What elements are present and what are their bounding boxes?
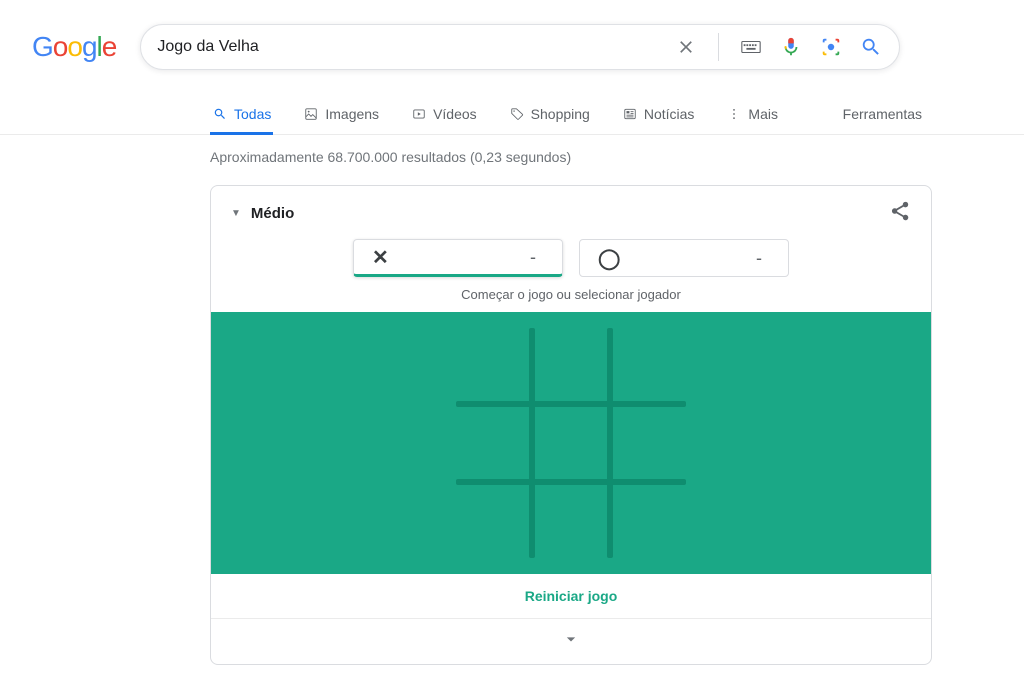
chevron-down-icon <box>561 629 581 649</box>
x-symbol: ✕ <box>372 245 389 270</box>
results-stats: Aproximadamente 68.700.000 resultados (0… <box>0 135 1024 165</box>
share-icon[interactable] <box>889 200 911 227</box>
difficulty-label: Médio <box>251 205 294 222</box>
game-board-area <box>211 312 931 574</box>
grid-line <box>456 479 686 485</box>
cell-2-2[interactable] <box>616 488 686 558</box>
tictactoe-card: ▼ Médio ✕ - ◯ - Começar o jogo ou seleci… <box>210 185 932 665</box>
cell-1-2[interactable] <box>616 408 686 478</box>
tab-noticias[interactable]: Notícias <box>620 96 697 134</box>
news-icon <box>622 106 638 122</box>
header: Google <box>0 0 1024 70</box>
grid-line <box>607 328 613 558</box>
player-o-button[interactable]: ◯ - <box>579 239 789 277</box>
grid-line <box>456 401 686 407</box>
tab-videos[interactable]: Vídeos <box>409 96 479 134</box>
tab-imagens[interactable]: Imagens <box>301 96 381 134</box>
search-action-icons <box>674 33 883 61</box>
keyboard-icon[interactable] <box>739 35 763 59</box>
game-header: ▼ Médio <box>211 186 931 235</box>
score-o: - <box>620 248 770 269</box>
lens-icon[interactable] <box>819 35 843 59</box>
search-bar <box>140 24 900 70</box>
grid-line <box>529 328 535 558</box>
search-small-icon <box>212 106 228 122</box>
image-icon <box>303 106 319 122</box>
ferramentas-link[interactable]: Ferramentas <box>841 96 924 134</box>
more-icon <box>726 106 742 122</box>
search-input[interactable] <box>157 38 674 56</box>
chevron-down-icon: ▼ <box>231 208 241 219</box>
tab-label: Mais <box>748 106 778 122</box>
expand-button[interactable] <box>211 618 931 664</box>
difficulty-dropdown[interactable]: ▼ Médio <box>231 205 294 222</box>
cell-2-0[interactable] <box>456 488 526 558</box>
tab-label: Imagens <box>325 106 379 122</box>
tab-label: Vídeos <box>433 106 477 122</box>
score-row: ✕ - ◯ - <box>211 235 931 283</box>
score-x: - <box>389 247 544 268</box>
cell-0-1[interactable] <box>536 328 606 398</box>
search-tabs: Todas Imagens Vídeos Shopping Notícias M… <box>0 96 1024 135</box>
cell-1-0[interactable] <box>456 408 526 478</box>
o-symbol: ◯ <box>598 246 620 271</box>
divider <box>718 33 719 61</box>
google-logo[interactable]: Google <box>32 31 116 63</box>
game-hint: Começar o jogo ou selecionar jogador <box>211 283 931 312</box>
tab-shopping[interactable]: Shopping <box>507 96 592 134</box>
video-icon <box>411 106 427 122</box>
tab-mais[interactable]: Mais <box>724 96 780 134</box>
tag-icon <box>509 106 525 122</box>
cell-1-1[interactable] <box>536 408 606 478</box>
cell-0-0[interactable] <box>456 328 526 398</box>
tab-label: Todas <box>234 106 271 122</box>
game-board <box>456 328 686 558</box>
tab-label: Notícias <box>644 106 695 122</box>
search-icon[interactable] <box>859 35 883 59</box>
tab-todas[interactable]: Todas <box>210 96 273 134</box>
cell-0-2[interactable] <box>616 328 686 398</box>
cell-2-1[interactable] <box>536 488 606 558</box>
mic-icon[interactable] <box>779 35 803 59</box>
clear-icon[interactable] <box>674 35 698 59</box>
restart-button[interactable]: Reiniciar jogo <box>211 574 931 618</box>
tab-label: Shopping <box>531 106 590 122</box>
player-x-button[interactable]: ✕ - <box>353 239 563 277</box>
